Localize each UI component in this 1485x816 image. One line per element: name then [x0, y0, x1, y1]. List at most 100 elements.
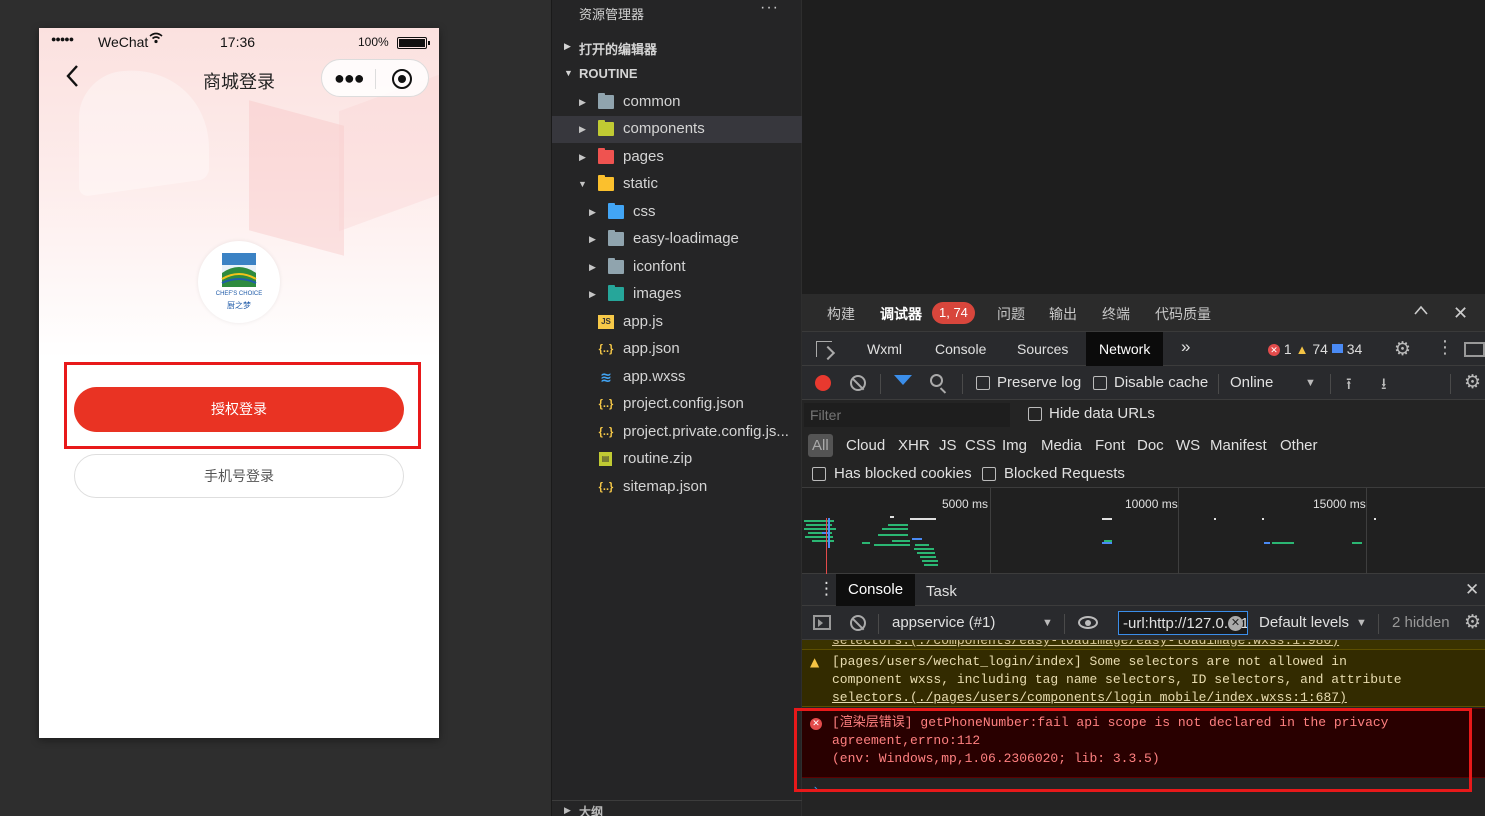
tree-item-easy-loadimage[interactable]: ▶ easy-loadimage	[552, 226, 802, 253]
tab-build[interactable]: 构建	[827, 304, 855, 324]
more-icon[interactable]: ●●●	[334, 68, 365, 89]
warning-icon: ▲	[1295, 342, 1309, 357]
drawer-tab-task[interactable]: Task	[926, 583, 957, 600]
preserve-log-checkbox[interactable]	[976, 376, 990, 390]
show-sidebar-icon[interactable]	[813, 615, 831, 630]
tab-debugger[interactable]: 调试器	[880, 304, 922, 324]
export-har-icon[interactable]: ⭳	[1381, 373, 1387, 400]
type-filter-css[interactable]: CSS	[965, 437, 996, 454]
has-blocked-cookies-checkbox[interactable]	[812, 467, 826, 481]
close-panel-icon[interactable]: ✕	[1453, 303, 1468, 324]
open-editors-section[interactable]: ▶ 打开的编辑器	[552, 34, 802, 60]
inspect-element-icon[interactable]	[816, 341, 832, 357]
tab-sources[interactable]: Sources	[1017, 341, 1068, 357]
has-blocked-cookies-label: Has blocked cookies	[834, 465, 972, 482]
explorer-more-icon[interactable]: ···	[760, 0, 779, 17]
tree-item-app-wxss[interactable]: ≋ app.wxss	[552, 364, 802, 391]
tree-item-routine-zip[interactable]: ▤ routine.zip	[552, 446, 802, 473]
type-filter-font[interactable]: Font	[1095, 437, 1125, 454]
kebab-menu-icon[interactable]: ⋮	[1436, 337, 1454, 358]
collapse-up-icon[interactable]	[1414, 302, 1428, 320]
caret-down-icon: ▼	[1305, 377, 1316, 389]
folder-icon	[598, 93, 614, 109]
tab-console[interactable]: Console	[935, 341, 986, 357]
tree-item-static[interactable]: ▼ static	[552, 171, 802, 198]
type-filter-cloud[interactable]: Cloud	[846, 437, 885, 454]
hide-data-urls-checkbox[interactable]	[1028, 407, 1042, 421]
chevron-right-icon: ▶	[579, 124, 586, 134]
import-har-icon[interactable]: ⭱	[1346, 373, 1352, 400]
console-settings-gear-icon[interactable]: ⚙	[1464, 611, 1481, 634]
tree-item-app-js[interactable]: JS app.js	[552, 309, 802, 336]
type-filter-media[interactable]: Media	[1041, 437, 1082, 454]
filter-input[interactable]	[804, 403, 1010, 427]
tree-item-css[interactable]: ▶ css	[552, 199, 802, 226]
type-filter-doc[interactable]: Doc	[1137, 437, 1164, 454]
hidden-messages-count: 2 hidden	[1392, 614, 1450, 631]
clear-filter-icon[interactable]: ✕	[1228, 616, 1243, 631]
tab-output[interactable]: 输出	[1049, 304, 1077, 324]
live-expression-eye-icon[interactable]	[1078, 616, 1098, 629]
issue-counts[interactable]: ✕ 1 ▲ 74 34	[1268, 341, 1362, 357]
tree-item-label: project.private.config.js...	[623, 423, 789, 440]
tree-item-project-private-config[interactable]: {..} project.private.config.js...	[552, 419, 802, 446]
outline-section[interactable]: ▶ 大纲	[552, 800, 802, 816]
folder-icon	[608, 258, 624, 274]
close-drawer-icon[interactable]: ✕	[1465, 580, 1479, 600]
chevron-right-icon: ▶	[564, 41, 571, 51]
tab-code-quality[interactable]: 代码质量	[1155, 304, 1211, 324]
type-filter-xhr[interactable]: XHR	[898, 437, 930, 454]
caret-down-icon: ▼	[1356, 617, 1367, 629]
type-filter-img[interactable]: Img	[1002, 437, 1027, 454]
network-timeline[interactable]: 5000 ms 10000 ms 15000 ms	[802, 488, 1485, 574]
tree-item-project-config[interactable]: {..} project.config.json	[552, 391, 802, 418]
tree-item-sitemap-json[interactable]: {..} sitemap.json	[552, 474, 802, 501]
drawer-menu-icon[interactable]: ⋮	[818, 579, 835, 599]
log-levels-select[interactable]: Default levels	[1259, 614, 1349, 631]
type-filter-all[interactable]: All	[808, 434, 833, 457]
drawer-tab-console[interactable]: Console	[836, 574, 916, 606]
type-filter-manifest[interactable]: Manifest	[1210, 437, 1267, 454]
more-tabs-icon[interactable]: »	[1181, 337, 1190, 357]
tab-terminal[interactable]: 终端	[1102, 304, 1130, 324]
settings-gear-icon[interactable]: ⚙	[1394, 338, 1411, 361]
message-source-link[interactable]: selectors.(./pages/users/components/logi…	[832, 689, 1347, 707]
clear-icon[interactable]	[850, 375, 866, 391]
tree-item-iconfont[interactable]: ▶ iconfont	[552, 254, 802, 281]
context-select[interactable]: appservice (#1)	[892, 614, 995, 631]
console-message-warning[interactable]: ▲ [pages/users/wechat_login/index] Some …	[802, 649, 1485, 707]
carrier-label: WeChat	[98, 34, 149, 50]
static-folder-icon	[598, 175, 614, 191]
type-filter-js[interactable]: JS	[939, 437, 957, 454]
routine-section[interactable]: ▼ ROUTINE	[552, 61, 802, 87]
tab-wxml[interactable]: Wxml	[867, 341, 902, 357]
blocked-requests-checkbox[interactable]	[982, 467, 996, 481]
debugger-issue-badge: 1, 74	[932, 302, 975, 324]
info-icon	[1331, 344, 1343, 353]
record-icon[interactable]	[815, 375, 831, 391]
tree-item-pages[interactable]: ▶ pages	[552, 144, 802, 171]
signal-icon: ●●●●●	[51, 34, 74, 44]
timeline-bars	[804, 516, 1376, 574]
tree-item-images[interactable]: ▶ images	[552, 281, 802, 308]
tree-item-label: pages	[623, 148, 664, 165]
tab-problems[interactable]: 问题	[997, 304, 1025, 324]
clear-console-icon[interactable]	[850, 615, 866, 631]
phone-login-button[interactable]: 手机号登录	[74, 454, 404, 498]
preserve-log-label: Preserve log	[997, 374, 1082, 391]
tree-item-components[interactable]: ▶ components	[552, 116, 802, 143]
type-filter-ws[interactable]: WS	[1176, 437, 1200, 454]
type-filter-other[interactable]: Other	[1280, 437, 1318, 454]
tree-item-label: css	[633, 203, 656, 220]
tab-network[interactable]: Network	[1086, 332, 1164, 366]
throttling-select[interactable]: Online	[1230, 374, 1273, 391]
tree-item-app-json[interactable]: {..} app.json	[552, 336, 802, 363]
search-icon[interactable]	[930, 374, 943, 387]
tree-item-label: images	[633, 285, 682, 302]
tree-item-common[interactable]: ▶ common	[552, 89, 802, 116]
disable-cache-checkbox[interactable]	[1093, 376, 1107, 390]
dock-side-icon[interactable]	[1464, 342, 1485, 357]
filter-icon[interactable]	[894, 375, 912, 385]
network-settings-gear-icon[interactable]: ⚙	[1464, 371, 1481, 394]
close-mini-program-icon[interactable]	[392, 69, 412, 89]
